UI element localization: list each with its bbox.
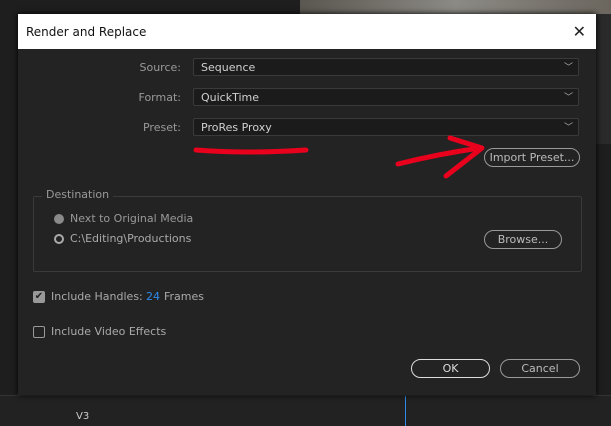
close-icon[interactable]: ✕ bbox=[573, 22, 586, 41]
track-label: V3 bbox=[76, 411, 90, 422]
title-bar: Render and Replace ✕ bbox=[18, 14, 596, 49]
radio-custom-path[interactable] bbox=[54, 234, 64, 244]
format-value: QuickTime bbox=[201, 91, 260, 104]
destination-legend: Destination bbox=[42, 188, 114, 201]
include-handles-checkbox[interactable]: ✔ bbox=[33, 291, 45, 303]
ok-button[interactable]: OK bbox=[411, 359, 490, 378]
background-video-frame bbox=[300, 0, 611, 14]
source-label: Source: bbox=[139, 61, 182, 74]
radio-next-to-original[interactable] bbox=[54, 214, 64, 224]
browse-button[interactable]: Browse... bbox=[484, 230, 562, 249]
chevron-down-icon: ﹀ bbox=[563, 63, 573, 73]
format-label: Format: bbox=[138, 91, 181, 104]
preset-label: Preset: bbox=[142, 121, 181, 134]
arrow-annotation-icon bbox=[395, 135, 485, 179]
chevron-down-icon: ﹀ bbox=[563, 123, 573, 133]
red-annotation-marks bbox=[193, 135, 485, 179]
include-video-effects-checkbox[interactable] bbox=[33, 326, 45, 338]
playhead bbox=[405, 396, 406, 426]
format-select[interactable]: QuickTime ﹀ bbox=[193, 88, 579, 106]
cancel-button[interactable]: Cancel bbox=[500, 359, 580, 378]
dialog-title: Render and Replace bbox=[26, 24, 147, 39]
source-select[interactable]: Sequence ﹀ bbox=[193, 58, 579, 76]
background-panel bbox=[596, 14, 611, 144]
option-next-to-original: Next to Original Media bbox=[70, 212, 194, 225]
handles-frames-value[interactable]: 24 bbox=[146, 290, 160, 303]
chevron-down-icon: ﹀ bbox=[563, 93, 573, 103]
option-custom-path: C:\Editing\Productions bbox=[70, 232, 192, 245]
underline-annotation bbox=[193, 147, 309, 155]
render-and-replace-dialog: Render and Replace ✕ Source: Sequence ﹀ F… bbox=[18, 14, 596, 395]
source-value: Sequence bbox=[201, 61, 256, 74]
include-handles-label: Include Handles: bbox=[51, 290, 143, 303]
handles-unit: Frames bbox=[164, 290, 205, 303]
include-video-effects-label: Include Video Effects bbox=[51, 325, 167, 338]
background-timeline: V3 bbox=[0, 395, 611, 426]
